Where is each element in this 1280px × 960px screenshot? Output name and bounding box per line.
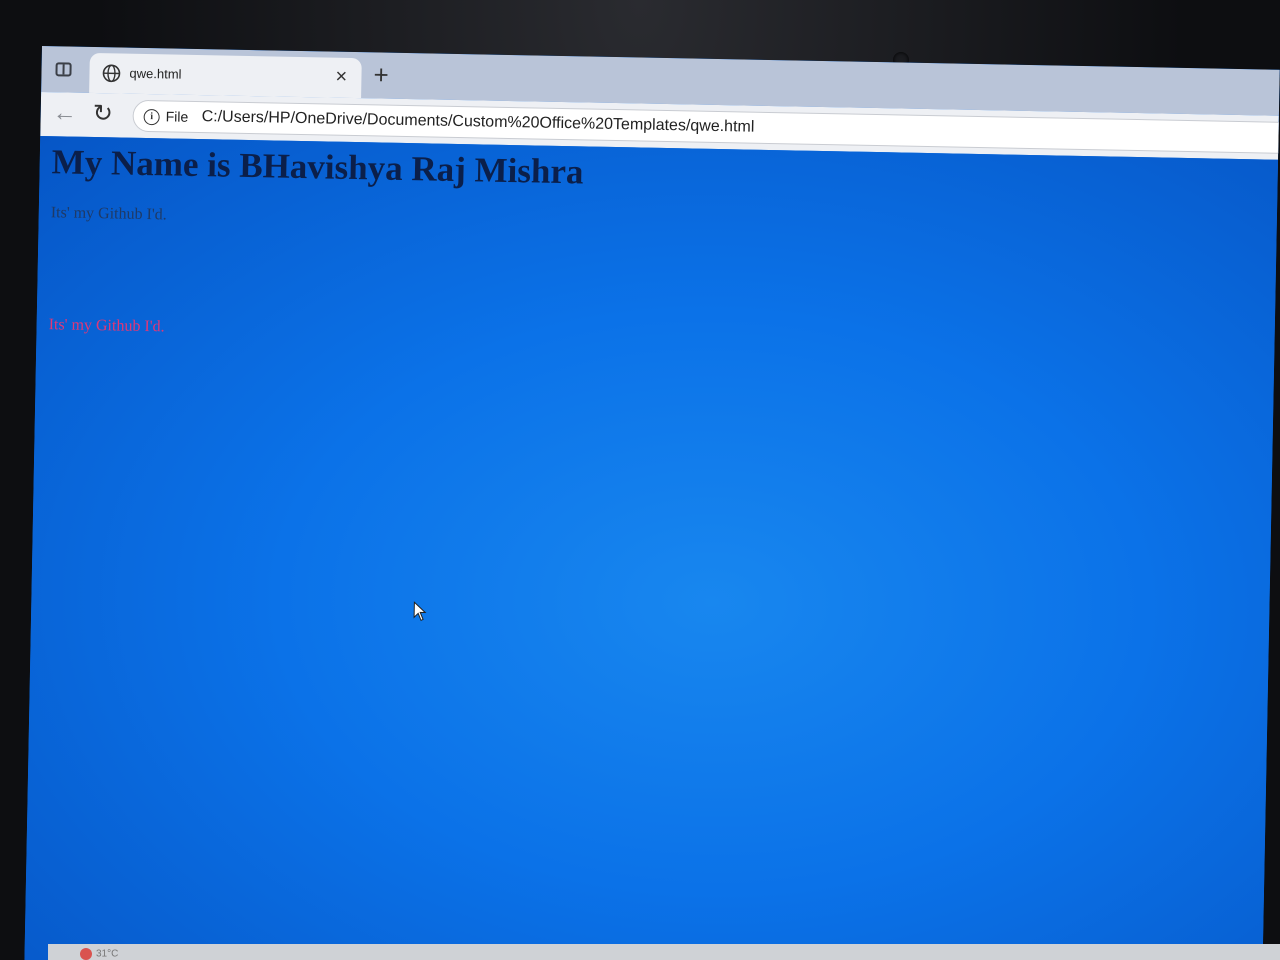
tab-qwe-html[interactable]: qwe.html × xyxy=(89,52,362,99)
tab-title: qwe.html xyxy=(129,65,182,82)
close-tab-icon[interactable]: × xyxy=(335,66,347,88)
taskbar xyxy=(48,944,1280,960)
weather-temp: 31°C xyxy=(96,948,119,960)
page-heading: My Name is BHavishya Raj Mishra xyxy=(51,142,584,192)
new-tab-button[interactable]: + xyxy=(373,59,389,89)
url-text[interactable]: C:/Users/HP/OneDrive/Documents/Custom%20… xyxy=(201,108,755,137)
reload-button[interactable]: ↻ xyxy=(92,100,113,127)
weather-widget[interactable]: 31°C xyxy=(80,948,118,960)
paragraph-2: Its' my Github I'd. xyxy=(48,316,165,336)
browser-window: qwe.html × + ← ↻ i File C:/Users/HP/OneD… xyxy=(24,46,1280,960)
mouse-cursor-icon xyxy=(413,601,427,622)
tab-actions-icon[interactable] xyxy=(51,58,75,80)
globe-icon xyxy=(102,64,121,83)
paragraph-1: Its' my Github I'd. xyxy=(50,204,167,224)
weather-icon xyxy=(80,948,92,960)
scheme-label: File xyxy=(165,108,189,125)
back-button[interactable]: ← xyxy=(52,99,77,126)
site-info-icon[interactable]: i xyxy=(143,108,160,126)
page-content: My Name is BHavishya Raj Mishra Its' my … xyxy=(24,135,1279,960)
